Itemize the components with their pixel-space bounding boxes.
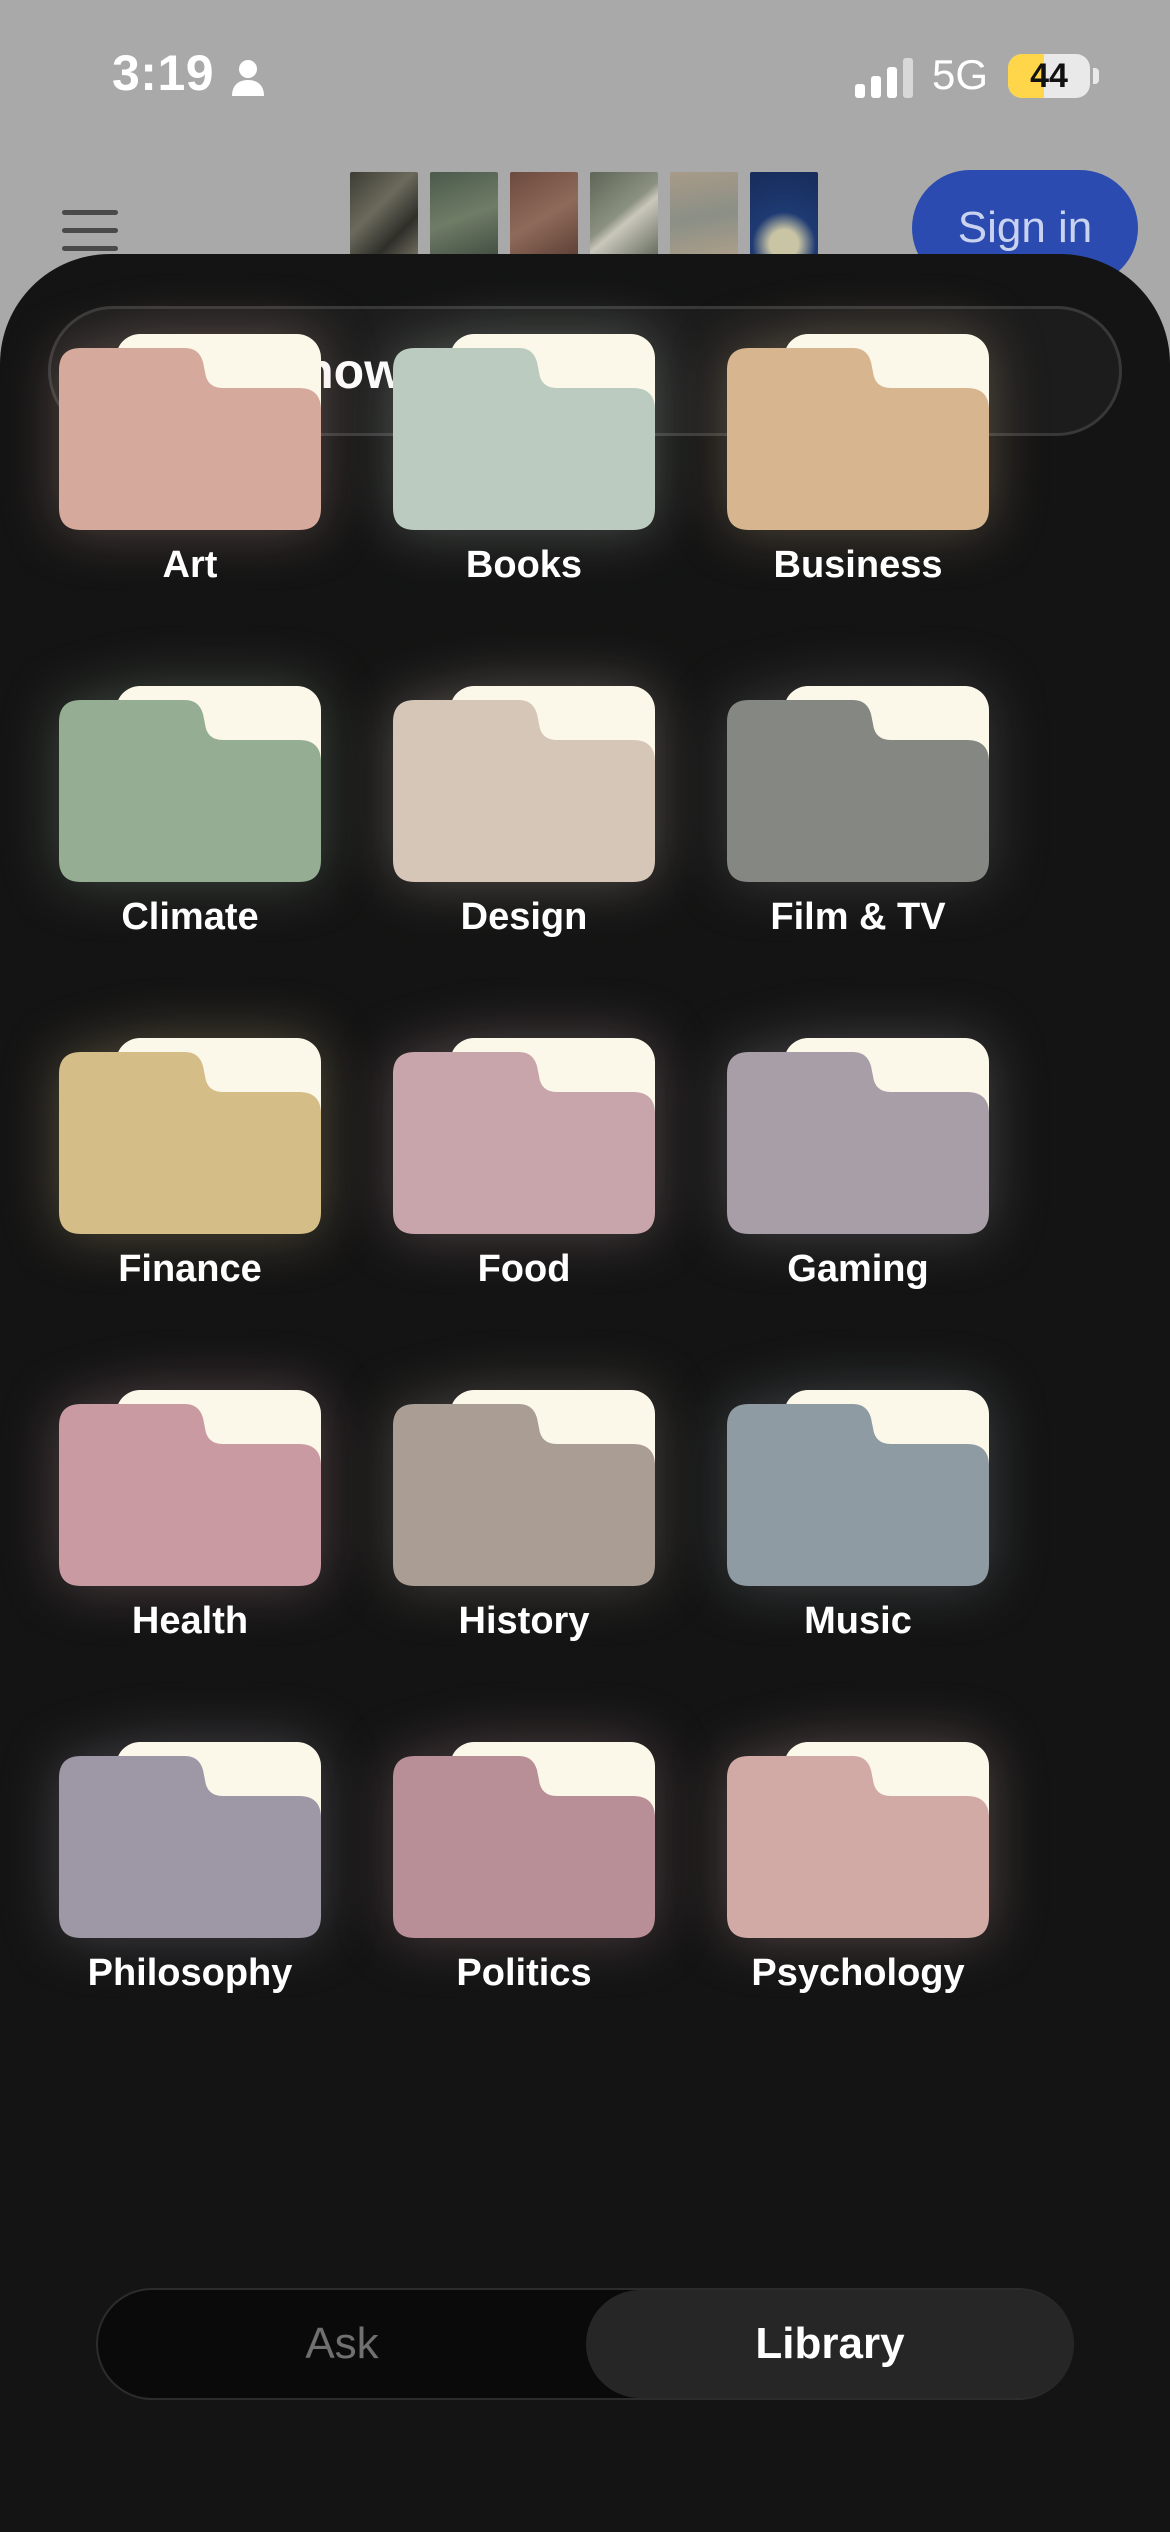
folder-front bbox=[393, 1756, 655, 1938]
tab-ask[interactable]: Ask bbox=[98, 2290, 586, 2398]
folder-item[interactable]: Finance bbox=[30, 1038, 350, 1328]
thumbnail-image bbox=[750, 172, 818, 262]
folder-item[interactable]: Psychology bbox=[698, 1742, 1018, 2032]
folder-item[interactable]: Art bbox=[30, 334, 350, 624]
folder-icon bbox=[727, 1742, 989, 1938]
folder-icon bbox=[59, 334, 321, 530]
folder-item[interactable]: Politics bbox=[364, 1742, 684, 2032]
folder-label: History bbox=[458, 1600, 590, 1642]
folder-icon bbox=[59, 686, 321, 882]
folder-item[interactable]: Food bbox=[364, 1038, 684, 1328]
battery-nub bbox=[1093, 68, 1099, 84]
thumbnail-image bbox=[670, 172, 738, 262]
folder-item[interactable]: Gaming bbox=[698, 1038, 1018, 1328]
battery-level: 44 bbox=[1030, 57, 1068, 95]
folder-label: Gaming bbox=[787, 1248, 929, 1290]
folder-front bbox=[727, 700, 989, 882]
folder-icon bbox=[393, 1038, 655, 1234]
tab-library[interactable]: Library bbox=[586, 2290, 1074, 2398]
folder-icon bbox=[393, 334, 655, 530]
folder-item[interactable]: Philosophy bbox=[30, 1742, 350, 2032]
folder-icon bbox=[393, 1742, 655, 1938]
folder-label: Health bbox=[131, 1600, 249, 1642]
status-time: 3:19 bbox=[112, 45, 215, 101]
folder-item[interactable]: Film & TV bbox=[698, 686, 1018, 976]
person-icon bbox=[232, 60, 264, 96]
folder-label: Philosophy bbox=[87, 1952, 293, 1994]
folder-front bbox=[727, 1404, 989, 1586]
folder-label: Design bbox=[460, 896, 588, 938]
folder-item[interactable]: History bbox=[364, 1390, 684, 1680]
folder-front bbox=[59, 1404, 321, 1586]
battery-icon: 44 bbox=[1008, 54, 1090, 98]
folder-item[interactable]: Books bbox=[364, 334, 684, 624]
folder-label: Food bbox=[477, 1248, 571, 1290]
folder-label: Film & TV bbox=[770, 896, 946, 938]
folder-label: Art bbox=[162, 544, 218, 586]
folder-label: Music bbox=[804, 1600, 912, 1642]
knowledge-sheet: Knowledge ArtBooksBusinessClimateDesignF… bbox=[0, 254, 1170, 2532]
thumbnail-image bbox=[430, 172, 498, 262]
folder-icon bbox=[727, 1390, 989, 1586]
folder-icon bbox=[59, 1390, 321, 1586]
folder-front bbox=[393, 1404, 655, 1586]
ask-library-toggle[interactable]: Ask Library bbox=[96, 2288, 1074, 2400]
folder-front bbox=[393, 700, 655, 882]
folder-label: Climate bbox=[121, 896, 259, 938]
thumbnail-image bbox=[350, 172, 418, 262]
hamburger-menu-icon[interactable] bbox=[62, 210, 118, 251]
folder-label: Business bbox=[773, 544, 943, 586]
folder-icon bbox=[393, 1390, 655, 1586]
folder-label: Books bbox=[465, 544, 583, 586]
cellular-signal-icon bbox=[855, 58, 913, 98]
folder-front bbox=[59, 1756, 321, 1938]
folder-front bbox=[393, 348, 655, 530]
folder-icon bbox=[59, 1742, 321, 1938]
folder-item[interactable]: Health bbox=[30, 1390, 350, 1680]
thumbnail-strip bbox=[350, 172, 818, 262]
folder-icon bbox=[59, 1038, 321, 1234]
status-bar: 3:19 5G 44 bbox=[0, 0, 1170, 150]
thumbnail-image bbox=[510, 172, 578, 262]
folder-item[interactable]: Music bbox=[698, 1390, 1018, 1680]
folder-icon bbox=[727, 686, 989, 882]
folder-front bbox=[727, 1052, 989, 1234]
folder-front bbox=[59, 1052, 321, 1234]
folder-item[interactable]: Climate bbox=[30, 686, 350, 976]
folder-front bbox=[727, 348, 989, 530]
network-type: 5G bbox=[932, 51, 989, 98]
folder-label: Psychology bbox=[751, 1952, 965, 1994]
folder-front bbox=[393, 1052, 655, 1234]
folder-icon bbox=[393, 686, 655, 882]
folder-icon bbox=[727, 1038, 989, 1234]
folder-label: Finance bbox=[118, 1248, 262, 1290]
folder-icon bbox=[727, 334, 989, 530]
folder-front bbox=[727, 1756, 989, 1938]
folder-front bbox=[59, 348, 321, 530]
folder-item[interactable]: Business bbox=[698, 334, 1018, 624]
folder-front bbox=[59, 700, 321, 882]
folder-item[interactable]: Design bbox=[364, 686, 684, 976]
folder-label: Politics bbox=[456, 1952, 592, 1994]
thumbnail-image bbox=[590, 172, 658, 262]
